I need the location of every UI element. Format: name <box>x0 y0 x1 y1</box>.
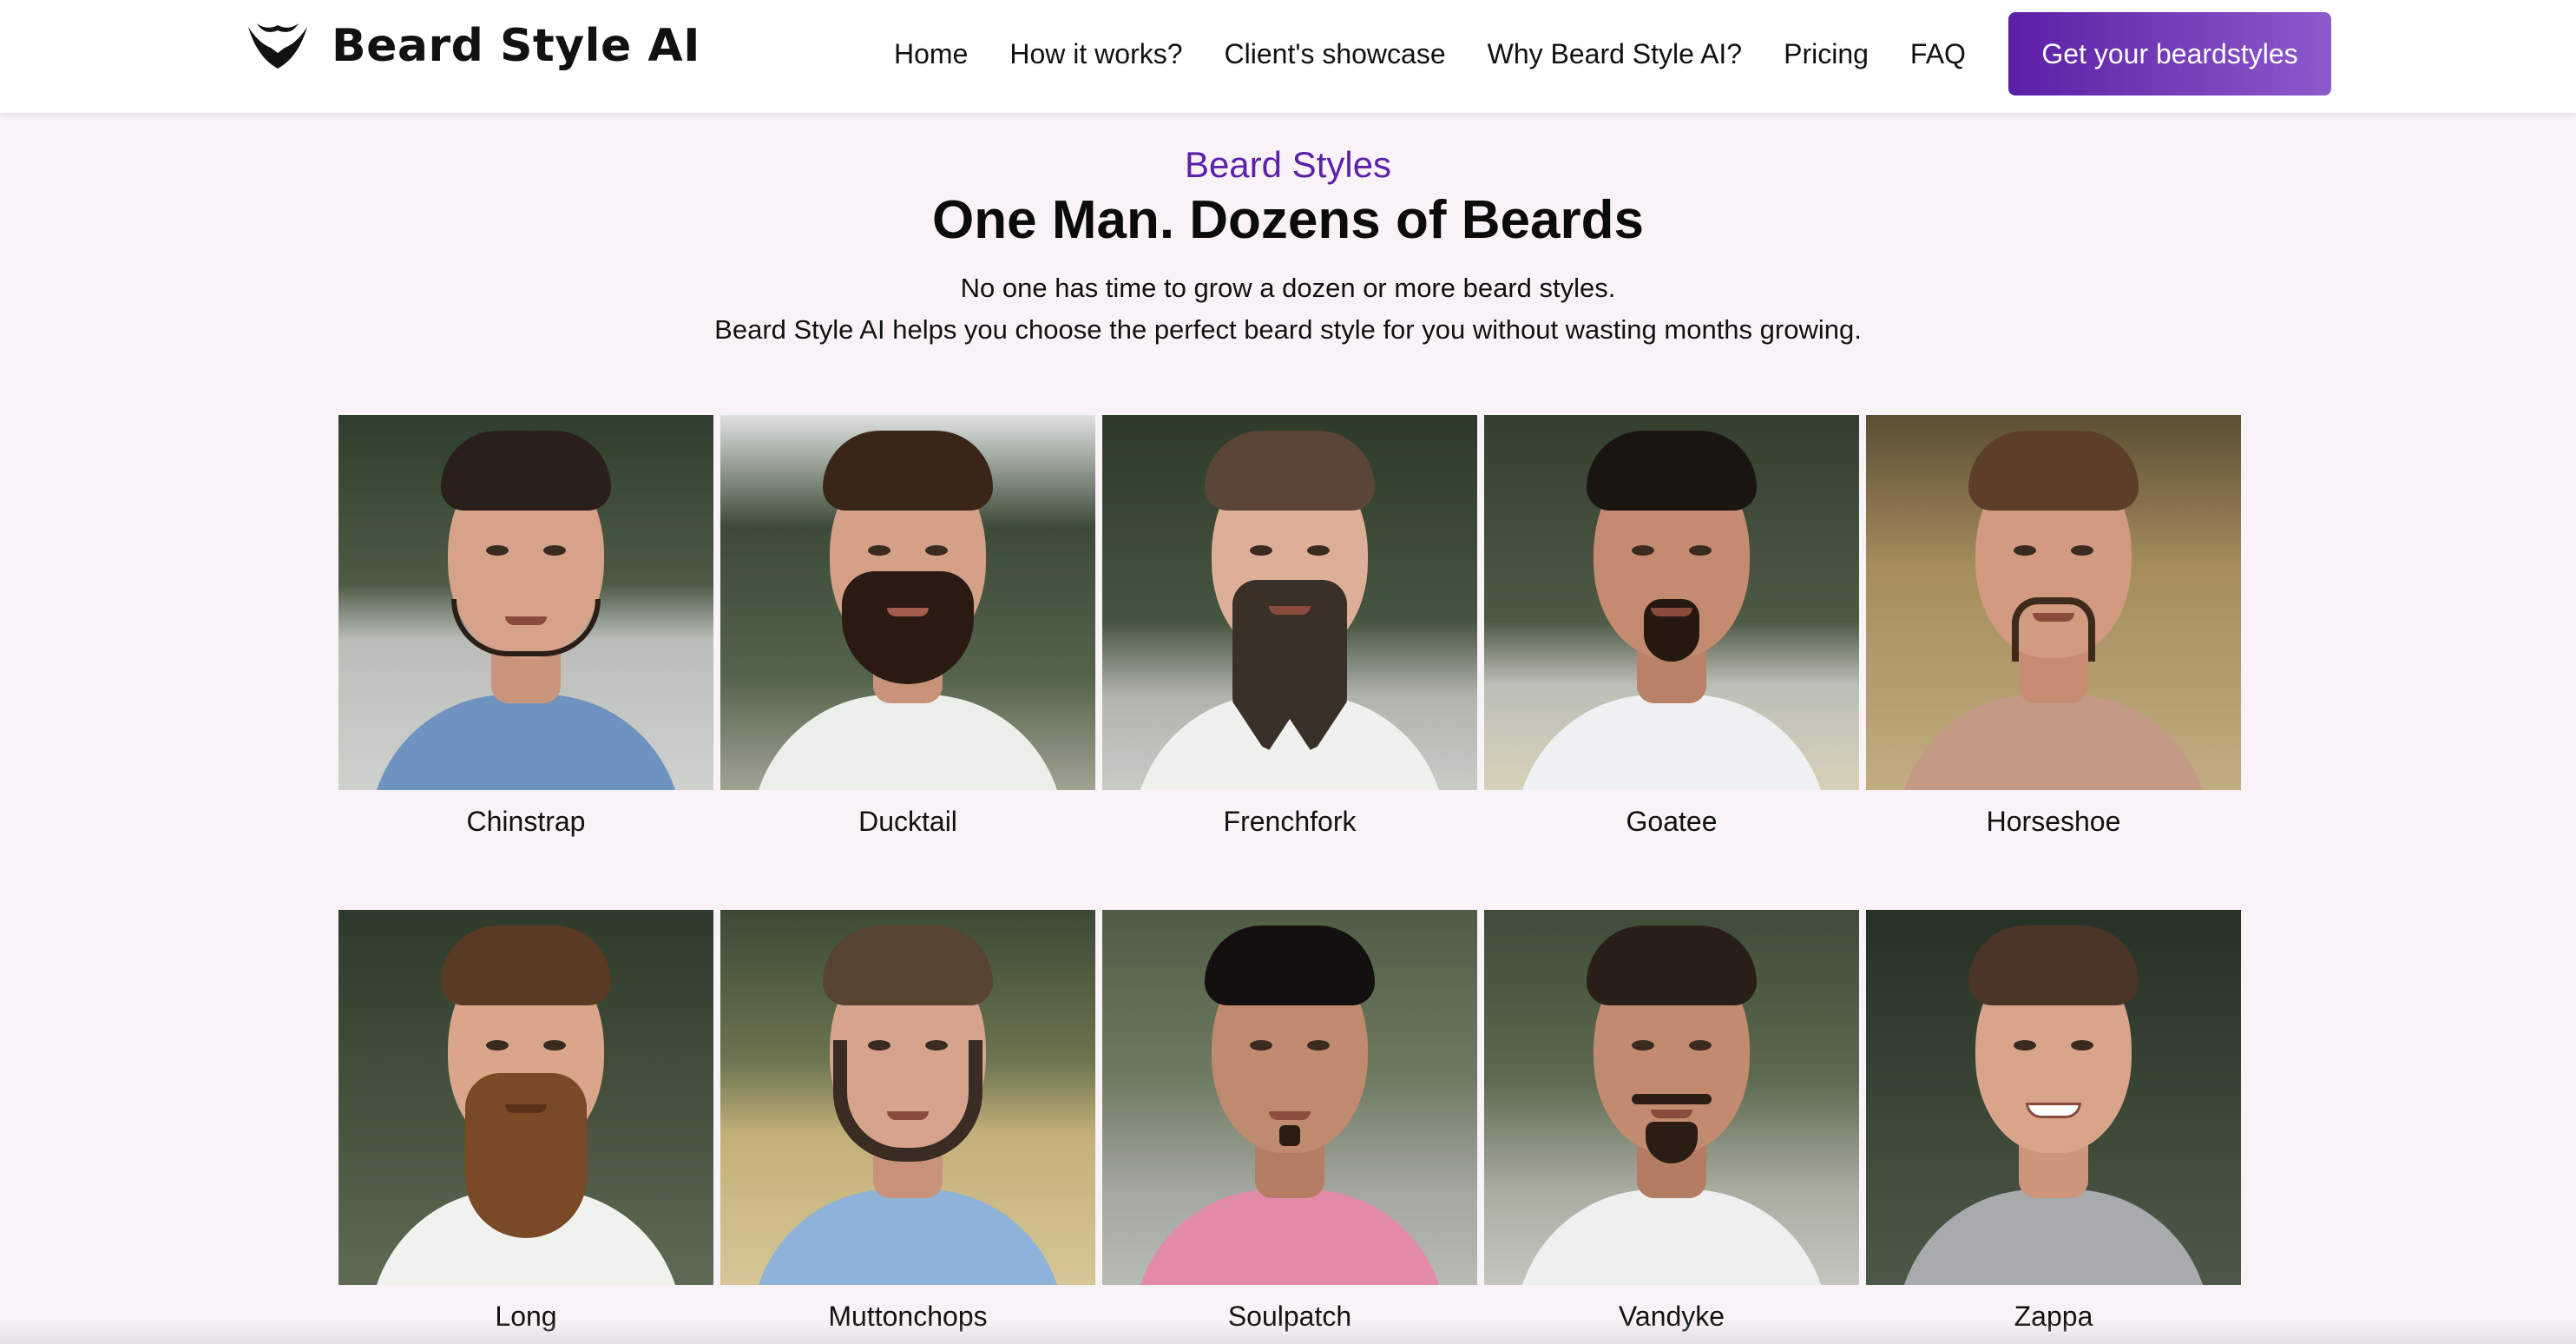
subtitle-line-2: Beard Style AI helps you choose the perf… <box>714 314 1862 345</box>
style-card-soulpatch[interactable]: Soulpatch <box>1102 910 1477 1335</box>
portrait-photo <box>338 910 713 1285</box>
get-beardstyles-button[interactable]: Get your beardstyles <box>2008 12 2331 96</box>
nav-clients-showcase[interactable]: Client's showcase <box>1225 38 1446 70</box>
style-card-ducktail[interactable]: Ducktail <box>720 415 1095 840</box>
nav-why-beard-style-ai[interactable]: Why Beard Style AI? <box>1488 38 1742 70</box>
style-card-goatee[interactable]: Goatee <box>1484 415 1859 840</box>
style-card-muttonchops[interactable]: Muttonchops <box>720 910 1095 1335</box>
site-header: Beard Style AI Home How it works? Client… <box>0 0 2576 113</box>
section-eyebrow: Beard Styles <box>1184 144 1392 185</box>
beard-style-grid: Chinstrap Ducktail Frenchfork Goatee Hor… <box>338 415 2241 1335</box>
portrait-photo <box>338 415 713 790</box>
style-card-chinstrap[interactable]: Chinstrap <box>338 415 713 840</box>
nav-home[interactable]: Home <box>894 38 968 70</box>
portrait-photo <box>1102 415 1477 790</box>
style-card-frenchfork[interactable]: Frenchfork <box>1102 415 1477 840</box>
portrait-photo <box>1102 910 1477 1285</box>
portrait-photo <box>720 415 1095 790</box>
nav-how-it-works[interactable]: How it works? <box>1009 38 1182 70</box>
page-title: One Man. Dozens of Beards <box>932 190 1644 250</box>
style-label: Frenchfork <box>1223 806 1357 837</box>
style-card-horseshoe[interactable]: Horseshoe <box>1866 415 2241 840</box>
brand-logo[interactable]: Beard Style AI <box>245 16 700 76</box>
main-nav: Home How it works? Client's showcase Why… <box>894 12 2008 96</box>
page-bottom-shadow <box>0 1320 2576 1344</box>
portrait-photo <box>1484 415 1859 790</box>
style-card-zappa[interactable]: Zappa <box>1866 910 2241 1335</box>
portrait-photo <box>1484 910 1859 1285</box>
subtitle-line-1: No one has time to grow a dozen or more … <box>960 273 1616 303</box>
portrait-photo <box>1866 910 2241 1285</box>
style-card-long[interactable]: Long <box>338 910 713 1335</box>
portrait-photo <box>720 910 1095 1285</box>
style-label: Horseshoe <box>1986 806 2121 837</box>
brand-name: Beard Style AI <box>332 20 700 72</box>
style-label: Ducktail <box>858 806 957 837</box>
style-label: Goatee <box>1626 806 1718 837</box>
style-label: Chinstrap <box>466 806 586 837</box>
nav-pricing[interactable]: Pricing <box>1784 38 1869 70</box>
style-card-vandyke[interactable]: Vandyke <box>1484 910 1859 1335</box>
portrait-photo <box>1866 415 2241 790</box>
nav-faq[interactable]: FAQ <box>1910 38 1966 70</box>
beard-mustache-icon <box>248 23 307 69</box>
